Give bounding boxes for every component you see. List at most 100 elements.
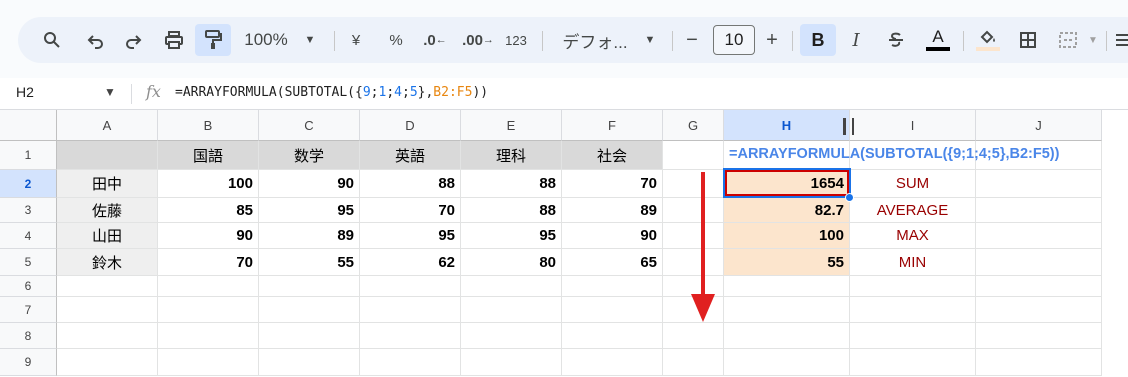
cell[interactable]: [850, 349, 976, 376]
column-header-b[interactable]: B: [158, 110, 259, 141]
score-cell[interactable]: 62: [360, 249, 461, 276]
score-cell[interactable]: 100: [158, 170, 259, 198]
number-format-button[interactable]: 123: [502, 24, 530, 56]
cell[interactable]: [976, 198, 1102, 223]
cell[interactable]: [976, 223, 1102, 249]
column-header-e[interactable]: E: [461, 110, 562, 141]
row-header-2[interactable]: 2: [0, 170, 57, 198]
cell[interactable]: [158, 323, 259, 349]
font-select[interactable]: デフォ...: [554, 24, 636, 56]
cell[interactable]: [562, 349, 663, 376]
paint-format-icon[interactable]: [195, 24, 231, 56]
row-header-5[interactable]: 5: [0, 249, 57, 276]
cell[interactable]: [850, 276, 976, 297]
score-cell[interactable]: 90: [562, 223, 663, 249]
percent-format-button[interactable]: %: [384, 24, 408, 56]
result-cell[interactable]: 82.7: [724, 198, 850, 223]
cell[interactable]: [461, 349, 562, 376]
zoom-select[interactable]: 100%: [240, 24, 292, 56]
score-cell[interactable]: 89: [562, 198, 663, 223]
cell[interactable]: [724, 297, 850, 323]
subject-header[interactable]: 英語: [360, 141, 461, 170]
cell[interactable]: [663, 349, 724, 376]
cell[interactable]: [663, 323, 724, 349]
score-cell[interactable]: 88: [360, 170, 461, 198]
score-cell[interactable]: 80: [461, 249, 562, 276]
student-name[interactable]: 鈴木: [57, 249, 158, 276]
cell[interactable]: [360, 297, 461, 323]
row-header-8[interactable]: 8: [0, 323, 57, 349]
cell[interactable]: [158, 276, 259, 297]
font-size-increase-button[interactable]: +: [760, 24, 784, 56]
score-cell[interactable]: 70: [562, 170, 663, 198]
row-header-3[interactable]: 3: [0, 198, 57, 223]
select-all-corner[interactable]: [0, 110, 57, 141]
cell[interactable]: [976, 349, 1102, 376]
score-cell[interactable]: 95: [360, 223, 461, 249]
column-header-f[interactable]: F: [562, 110, 663, 141]
cell[interactable]: [259, 323, 360, 349]
font-dropdown-icon[interactable]: ▼: [642, 24, 658, 56]
cell[interactable]: [158, 297, 259, 323]
cell[interactable]: [461, 297, 562, 323]
row-header-1[interactable]: 1: [0, 141, 57, 170]
student-name[interactable]: 佐藤: [57, 198, 158, 223]
cell[interactable]: [57, 349, 158, 376]
cell[interactable]: [976, 249, 1102, 276]
cell[interactable]: [976, 170, 1102, 198]
fill-color-icon[interactable]: [973, 24, 1003, 56]
result-label[interactable]: MAX: [850, 223, 976, 249]
column-header-a[interactable]: A: [57, 110, 158, 141]
zoom-dropdown-icon[interactable]: ▼: [302, 24, 318, 56]
cell[interactable]: [461, 323, 562, 349]
cell[interactable]: [976, 276, 1102, 297]
increase-decimal-button[interactable]: .00 →: [461, 24, 495, 56]
row-header-7[interactable]: 7: [0, 297, 57, 323]
cell[interactable]: [360, 349, 461, 376]
row-header-4[interactable]: 4: [0, 223, 57, 249]
score-cell[interactable]: 88: [461, 170, 562, 198]
result-cell[interactable]: 100: [724, 223, 850, 249]
name-box[interactable]: H2: [16, 84, 34, 100]
score-cell[interactable]: 65: [562, 249, 663, 276]
cell[interactable]: [724, 276, 850, 297]
result-label[interactable]: MIN: [850, 249, 976, 276]
column-header-d[interactable]: D: [360, 110, 461, 141]
subject-header[interactable]: 社会: [562, 141, 663, 170]
result-label[interactable]: SUM: [850, 170, 976, 198]
currency-format-button[interactable]: ¥: [344, 24, 368, 56]
cell[interactable]: [850, 297, 976, 323]
result-cell[interactable]: 55: [724, 249, 850, 276]
row-header-6[interactable]: 6: [0, 276, 57, 297]
merge-dropdown-icon[interactable]: ▼: [1086, 24, 1100, 56]
column-header-h[interactable]: H: [724, 110, 850, 141]
cell[interactable]: [562, 276, 663, 297]
redo-icon[interactable]: [119, 24, 147, 56]
cell[interactable]: [259, 297, 360, 323]
font-size-decrease-button[interactable]: −: [680, 24, 704, 56]
subject-header[interactable]: 理科: [461, 141, 562, 170]
cell[interactable]: [562, 323, 663, 349]
formula-input[interactable]: =ARRAYFORMULA(SUBTOTAL({9;1;4;5},B2:F5)): [175, 85, 488, 100]
student-name[interactable]: 山田: [57, 223, 158, 249]
row-header-9[interactable]: 9: [0, 349, 57, 376]
cell[interactable]: [57, 323, 158, 349]
column-header-g[interactable]: G: [663, 110, 724, 141]
strikethrough-icon[interactable]: [882, 24, 910, 56]
font-size-input[interactable]: 10: [713, 25, 755, 55]
cell-a1[interactable]: [57, 141, 158, 170]
score-cell[interactable]: 55: [259, 249, 360, 276]
cell[interactable]: [724, 323, 850, 349]
cell[interactable]: [259, 276, 360, 297]
column-header-j[interactable]: J: [976, 110, 1102, 141]
cell[interactable]: [976, 297, 1102, 323]
column-header-i[interactable]: I: [850, 110, 976, 141]
score-cell[interactable]: 95: [461, 223, 562, 249]
cell[interactable]: [57, 276, 158, 297]
subject-header[interactable]: 国語: [158, 141, 259, 170]
score-cell[interactable]: 70: [158, 249, 259, 276]
cell[interactable]: [360, 323, 461, 349]
cell[interactable]: [850, 323, 976, 349]
italic-button[interactable]: I: [842, 24, 870, 56]
score-cell[interactable]: 90: [158, 223, 259, 249]
